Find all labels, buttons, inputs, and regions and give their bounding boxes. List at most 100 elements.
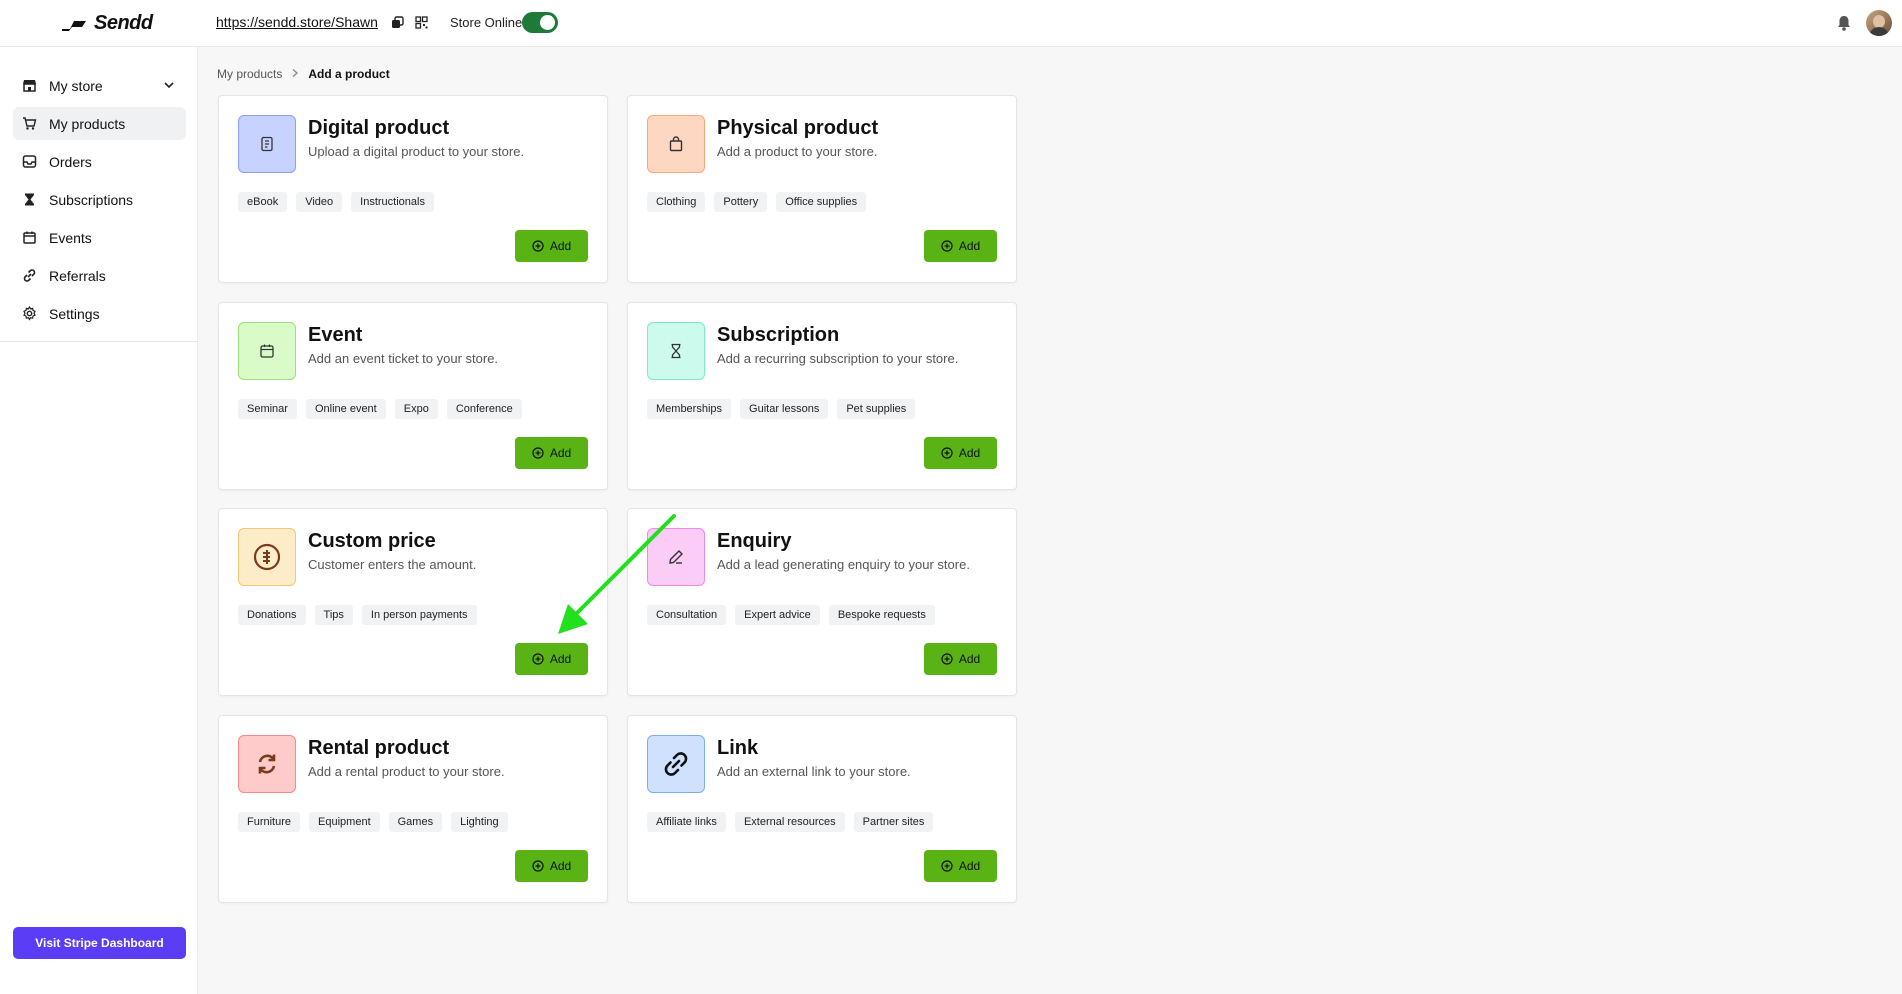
brand-name: Sendd <box>94 12 153 34</box>
tag-list: Seminar Online event Expo Conference <box>238 399 522 419</box>
tag-list: eBook Video Instructionals <box>238 192 434 212</box>
brand-logo[interactable]: Sendd <box>60 12 153 35</box>
add-rental-product-button[interactable]: Add <box>515 850 588 882</box>
tag-list: Furniture Equipment Games Lighting <box>238 812 508 832</box>
tag: In person payments <box>361 605 477 625</box>
sidebar-item-referrals[interactable]: Referrals <box>13 259 186 292</box>
gear-icon <box>21 306 37 322</box>
tag: eBook <box>238 192 288 212</box>
sidebar-item-settings[interactable]: Settings <box>13 297 186 330</box>
annotation-arrow-icon <box>558 514 676 634</box>
sidebar-item-label: My products <box>49 115 126 132</box>
copy-icon[interactable] <box>390 15 404 29</box>
add-link-button[interactable]: Add <box>924 850 997 882</box>
plus-circle-icon <box>941 240 953 252</box>
plus-circle-icon <box>941 447 953 459</box>
card-icon-box <box>238 322 296 380</box>
tag: Tips <box>314 605 353 625</box>
tag: Donations <box>238 605 306 625</box>
card-icon-box <box>647 115 705 173</box>
tag: Pet supplies <box>837 399 916 419</box>
tag: Instructionals <box>351 192 434 212</box>
sidebar-item-label: Referrals <box>49 267 106 284</box>
sidebar-item-subscriptions[interactable]: Subscriptions <box>13 183 186 216</box>
plus-circle-icon <box>532 653 544 665</box>
sendd-logo-icon <box>62 20 86 31</box>
product-type-card-physical: Physical product Add a product to your s… <box>627 95 1017 283</box>
product-type-card-digital: Digital product Upload a digital product… <box>218 95 608 283</box>
sidebar-item-my-products[interactable]: My products <box>13 107 186 140</box>
shopping-bag-icon <box>669 136 683 152</box>
product-type-card-event: Event Add an event ticket to your store.… <box>218 302 608 490</box>
user-avatar[interactable] <box>1866 10 1892 36</box>
breadcrumb-current: Add a product <box>308 67 390 81</box>
card-description: Customer enters the amount. <box>308 557 477 572</box>
store-icon <box>21 78 37 94</box>
tag: Furniture <box>238 812 301 832</box>
add-digital-product-button[interactable]: Add <box>515 230 588 262</box>
tag: Seminar <box>238 399 297 419</box>
card-icon-box <box>238 115 296 173</box>
tag-list: Memberships Guitar lessons Pet supplies <box>647 399 916 419</box>
calendar-icon <box>260 344 274 358</box>
tag: Memberships <box>647 399 732 419</box>
tag: Pottery <box>714 192 768 212</box>
add-button-label: Add <box>549 446 572 460</box>
tag-list: Donations Tips In person payments <box>238 605 477 625</box>
document-icon <box>261 136 273 152</box>
card-icon-box <box>647 735 705 793</box>
sidebar-item-label: Events <box>49 229 92 246</box>
add-event-button[interactable]: Add <box>515 437 588 469</box>
product-type-card-rental: Rental product Add a rental product to y… <box>218 715 608 903</box>
add-physical-product-button[interactable]: Add <box>924 230 997 262</box>
store-online-toggle[interactable] <box>522 12 558 33</box>
card-description: Add a lead generating enquiry to your st… <box>717 557 970 572</box>
sidebar-item-events[interactable]: Events <box>13 221 186 254</box>
qr-code-icon[interactable] <box>414 15 428 29</box>
tag: Equipment <box>309 812 380 832</box>
currency-coin-icon <box>253 543 281 571</box>
tag: Expert advice <box>735 605 820 625</box>
add-custom-price-button[interactable]: Add <box>515 643 588 675</box>
calendar-icon <box>21 230 37 246</box>
sidebar-nav: My store My products Orders Subscription… <box>13 69 186 335</box>
sidebar-item-label: Settings <box>49 305 100 322</box>
card-title: Custom price <box>308 530 436 552</box>
tag: Affiliate links <box>647 812 726 832</box>
tag: Partner sites <box>853 812 934 832</box>
sidebar-item-label: Subscriptions <box>49 191 134 208</box>
card-icon-box <box>647 322 705 380</box>
bell-icon[interactable] <box>1834 13 1854 33</box>
refresh-cycle-icon <box>258 754 276 774</box>
tag: Bespoke requests <box>828 605 935 625</box>
sidebar-item-orders[interactable]: Orders <box>13 145 186 178</box>
tag: Lighting <box>451 812 508 832</box>
tag-list: Affiliate links External resources Partn… <box>647 812 934 832</box>
tag: Online event <box>305 399 386 419</box>
add-button-label: Add <box>549 859 572 873</box>
plus-circle-icon <box>532 860 544 872</box>
card-title: Digital product <box>308 117 450 139</box>
card-description: Add a product to your store. <box>717 144 878 159</box>
visit-stripe-dashboard-button[interactable]: Visit Stripe Dashboard <box>13 927 186 959</box>
top-bar: Sendd https://sendd.store/Shawn Store On… <box>0 0 1902 47</box>
tag: Office supplies <box>776 192 867 212</box>
breadcrumb-my-products[interactable]: My products <box>217 67 282 81</box>
plus-circle-icon <box>941 653 953 665</box>
tag: Conference <box>446 399 522 419</box>
add-button-label: Add <box>958 652 981 666</box>
chevron-down-icon[interactable] <box>162 78 176 92</box>
product-type-card-subscription: Subscription Add a recurring subscriptio… <box>627 302 1017 490</box>
tag: Expo <box>394 399 438 419</box>
sidebar-item-my-store[interactable]: My store <box>13 69 186 102</box>
add-enquiry-button[interactable]: Add <box>924 643 997 675</box>
store-url-link[interactable]: https://sendd.store/Shawn <box>216 14 378 30</box>
sidebar: My store My products Orders Subscription… <box>0 47 198 994</box>
chevron-right-icon <box>290 67 300 81</box>
card-description: Add an external link to your store. <box>717 764 911 779</box>
add-subscription-button[interactable]: Add <box>924 437 997 469</box>
product-type-card-link: Link Add an external link to your store.… <box>627 715 1017 903</box>
card-icon-box <box>238 735 296 793</box>
card-icon-box <box>238 528 296 586</box>
store-online-label: Store Online <box>450 15 523 30</box>
